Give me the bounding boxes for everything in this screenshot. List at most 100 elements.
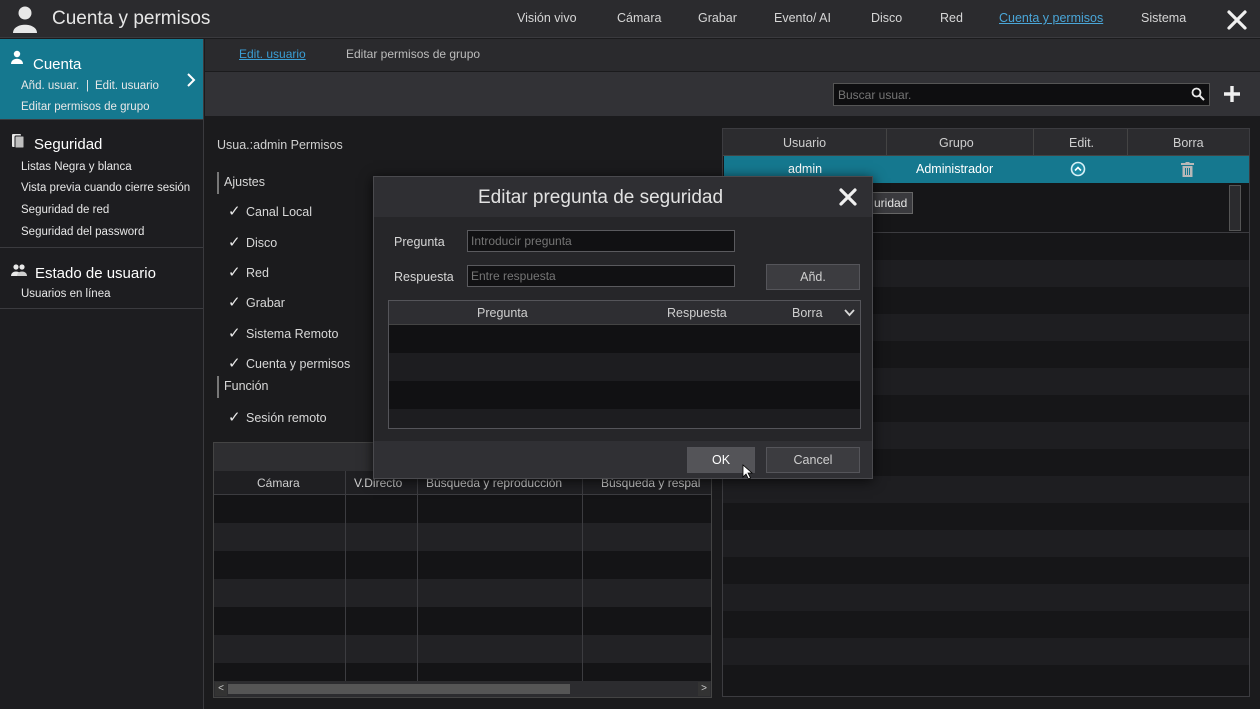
perm-cuenta-permisos[interactable]: ✓ Cuenta y permisos bbox=[228, 354, 350, 372]
nav-camara[interactable]: Cámara bbox=[617, 11, 661, 25]
col-borra: Borra bbox=[792, 306, 823, 320]
perm-canal-local[interactable]: ✓ Canal Local bbox=[228, 202, 312, 220]
add-user-icon[interactable] bbox=[1222, 84, 1242, 104]
table-row bbox=[389, 353, 860, 381]
sidebar-section-cuenta[interactable]: Cuenta Añd. usuar. | Edit. usuario Edita… bbox=[0, 39, 203, 119]
search-icon[interactable] bbox=[1190, 86, 1206, 102]
check-icon: ✓ bbox=[228, 294, 241, 311]
section-funcion: Función bbox=[217, 376, 268, 398]
table-row bbox=[723, 638, 1249, 665]
tab-edit-group-permissions[interactable]: Editar permisos de grupo bbox=[346, 47, 480, 61]
check-icon: ✓ bbox=[228, 325, 241, 342]
app-title: Cuenta y permisos bbox=[52, 8, 211, 29]
table-header: Usuario Grupo Edit. Borra bbox=[723, 129, 1249, 156]
dialog-title-bar: Editar pregunta de seguridad bbox=[374, 177, 872, 217]
sidebar-item-blacklist[interactable]: Listas Negra y blanca bbox=[21, 161, 132, 173]
table-row bbox=[389, 409, 860, 428]
nav-red[interactable]: Red bbox=[940, 11, 963, 25]
perm-grabar[interactable]: ✓ Grabar bbox=[228, 293, 285, 311]
user-icon bbox=[11, 50, 23, 64]
col-usuario: Usuario bbox=[783, 136, 827, 150]
nav-sistema[interactable]: Sistema bbox=[1141, 11, 1186, 25]
nav-disco[interactable]: Disco bbox=[871, 11, 902, 25]
answer-label: Respuesta bbox=[394, 270, 454, 284]
nav-evento-ai[interactable]: Evento/ AI bbox=[774, 11, 831, 25]
sidebar-divider bbox=[0, 308, 203, 309]
chevron-right-icon bbox=[187, 73, 196, 87]
table-row bbox=[214, 635, 711, 663]
table-row bbox=[214, 579, 711, 607]
sidebar-item-network-security[interactable]: Seguridad de red bbox=[21, 204, 109, 216]
nav-vision-vivo[interactable]: Visión vivo bbox=[517, 11, 577, 25]
security-question-dialog: Editar pregunta de seguridad Pregunta Re… bbox=[373, 176, 873, 479]
column-divider bbox=[582, 471, 583, 681]
mouse-cursor-icon bbox=[742, 464, 754, 480]
question-table: Pregunta Respuesta Borra bbox=[388, 300, 861, 429]
column-divider bbox=[345, 471, 346, 681]
add-question-button[interactable]: Añd. bbox=[766, 264, 860, 290]
column-divider bbox=[417, 471, 418, 681]
col-borra: Borra bbox=[1173, 136, 1204, 150]
cell-usuario: admin bbox=[788, 162, 823, 176]
chevron-down-icon[interactable] bbox=[844, 309, 855, 317]
col-pregunta: Pregunta bbox=[477, 306, 528, 320]
cell-grupo: Administrador bbox=[916, 162, 994, 176]
vertical-scrollbar[interactable] bbox=[1229, 185, 1241, 231]
tab-edit-user[interactable]: Edit. usuario bbox=[239, 47, 306, 61]
sidebar-link-edit-user[interactable]: Edit. usuario bbox=[95, 80, 159, 92]
table-row bbox=[214, 523, 711, 551]
check-icon: ✓ bbox=[228, 234, 241, 251]
scrollbar-thumb[interactable] bbox=[228, 684, 570, 694]
table-row bbox=[723, 530, 1249, 557]
sidebar-item-preview-logout[interactable]: Vista previa cuando cierre sesión bbox=[21, 182, 190, 194]
column-divider bbox=[1127, 129, 1128, 156]
perm-red[interactable]: ✓ Red bbox=[228, 263, 269, 281]
sidebar-section-estado: Estado de usuario Usuarios en línea bbox=[0, 248, 203, 308]
check-icon: ✓ bbox=[228, 409, 241, 426]
delete-icon[interactable] bbox=[1181, 162, 1194, 177]
security-question-button[interactable]: uridad bbox=[868, 192, 914, 214]
col-edit: Edit. bbox=[1069, 136, 1095, 150]
column-divider bbox=[886, 129, 887, 156]
scroll-left-icon[interactable]: < bbox=[215, 682, 227, 696]
check-icon: ✓ bbox=[228, 355, 241, 372]
sidebar-item-online-users[interactable]: Usuarios en línea bbox=[21, 288, 111, 300]
cancel-button[interactable]: Cancel bbox=[766, 447, 860, 473]
sidebar: Cuenta Añd. usuar. | Edit. usuario Edita… bbox=[0, 39, 204, 709]
perm-sesion-remoto[interactable]: ✓ Sesión remoto bbox=[228, 408, 327, 426]
sidebar-link-edit-group[interactable]: Editar permisos de grupo bbox=[21, 101, 149, 113]
permissions-title: Usua.:admin Permisos bbox=[217, 138, 343, 152]
perm-disco[interactable]: ✓ Disco bbox=[228, 233, 277, 251]
sidebar-link-divider: | bbox=[86, 80, 89, 92]
users-group-icon bbox=[11, 264, 27, 276]
top-bar: Cuenta y permisos Visión vivo Cámara Gra… bbox=[0, 0, 1260, 38]
close-icon[interactable] bbox=[836, 185, 860, 209]
sidebar-seguridad-title: Seguridad bbox=[34, 136, 103, 153]
perm-sistema-remoto[interactable]: ✓ Sistema Remoto bbox=[228, 324, 338, 342]
nav-grabar[interactable]: Grabar bbox=[698, 11, 737, 25]
col-grupo: Grupo bbox=[939, 136, 974, 150]
dialog-title: Editar pregunta de seguridad bbox=[478, 187, 724, 208]
sidebar-item-password-security[interactable]: Seguridad del password bbox=[21, 226, 144, 238]
question-input[interactable] bbox=[467, 230, 735, 252]
close-icon[interactable] bbox=[1224, 4, 1250, 34]
answer-input[interactable] bbox=[467, 265, 735, 287]
user-account-icon bbox=[13, 6, 37, 33]
table-header: Pregunta Respuesta Borra bbox=[389, 301, 860, 325]
check-icon: ✓ bbox=[228, 203, 241, 220]
sidebar-link-add-user[interactable]: Añd. usuar. bbox=[21, 80, 79, 92]
table-row bbox=[723, 584, 1249, 611]
edit-icon[interactable] bbox=[1070, 161, 1086, 177]
sidebar-cuenta-title: Cuenta bbox=[33, 56, 82, 73]
search-input[interactable] bbox=[833, 83, 1210, 106]
camera-permissions-table: Cámara V.Directo Búsqueda y reproducción… bbox=[213, 442, 712, 698]
col-respuesta: Respuesta bbox=[667, 306, 727, 320]
section-ajustes: Ajustes bbox=[217, 172, 265, 194]
security-icon bbox=[12, 134, 25, 149]
check-icon: ✓ bbox=[228, 264, 241, 281]
nav-cuenta-permisos[interactable]: Cuenta y permisos bbox=[999, 11, 1103, 25]
sub-tab-bar: Edit. usuario Editar permisos de grupo bbox=[205, 39, 1260, 71]
scroll-right-icon[interactable]: > bbox=[698, 682, 710, 696]
column-divider bbox=[1033, 129, 1034, 156]
question-label: Pregunta bbox=[394, 235, 445, 249]
